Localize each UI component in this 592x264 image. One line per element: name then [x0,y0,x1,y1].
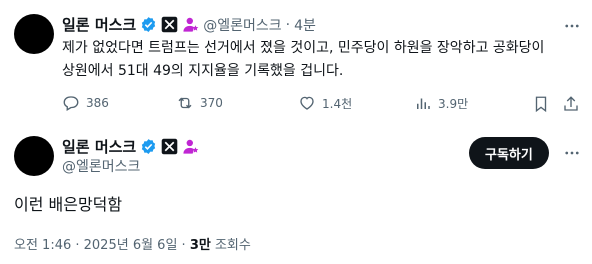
avatar[interactable] [14,136,54,176]
views-icon [417,98,430,109]
verified-badge-icon [142,17,156,32]
like-count: 1.4천 [322,96,353,111]
repost-count: 370 [200,96,223,110]
handle[interactable]: @엘론머스크 [203,15,281,35]
person-badge-icon [183,139,199,154]
timestamp[interactable]: 오전 1:46 · 2025년 6월 6일 · [14,238,190,253]
person-badge-icon [183,17,199,32]
avatar[interactable] [14,14,54,54]
views-label: 조회수 [210,238,251,253]
tweet-meta: 오전 1:46 · 2025년 6월 6일 · 3만 조회수 [14,234,251,253]
heart-icon [300,96,314,110]
views-count: 3.9만 [438,96,469,111]
more-options-icon[interactable] [562,16,582,36]
handle[interactable]: @엘론머스크 [62,156,140,176]
tweet-header: 일론 머스크 @엘론머스크 · 4분 [62,14,316,35]
verified-badge-icon [142,139,156,154]
separator: · [285,16,291,33]
repost-icon [178,97,192,109]
tweet-text-line-2: 상원에서 51대 49의 지지율을 기록했을 겁니다. [62,63,344,79]
share-icon[interactable] [561,94,581,114]
views-button[interactable]: 3.9만 [414,94,468,112]
tweet-author-row: 일론 머스크 [62,136,199,157]
display-name[interactable]: 일론 머스크 [62,14,136,35]
x-affiliate-badge-icon [161,138,178,155]
reply-icon [63,96,79,111]
time[interactable]: 4분 [294,15,316,35]
like-button[interactable]: 1.4천 [298,94,352,112]
display-name[interactable]: 일론 머스크 [62,136,136,157]
more-options-icon[interactable] [562,143,582,163]
tweet-text-line-1: 제가 없었다면 트럼프는 선거에서 졌을 것이고, 민주당이 하원을 장악하고 … [62,40,545,56]
follow-button[interactable]: 구독하기 [469,137,549,169]
repost-button[interactable]: 370 [176,94,223,112]
reply-button[interactable]: 386 [62,94,109,112]
bookmark-icon[interactable] [531,94,551,114]
reply-count: 386 [86,96,109,110]
tweet-text: 이런 배은망덕함 [14,195,123,214]
x-affiliate-badge-icon [161,16,178,33]
views-total: 3만 [189,238,211,253]
